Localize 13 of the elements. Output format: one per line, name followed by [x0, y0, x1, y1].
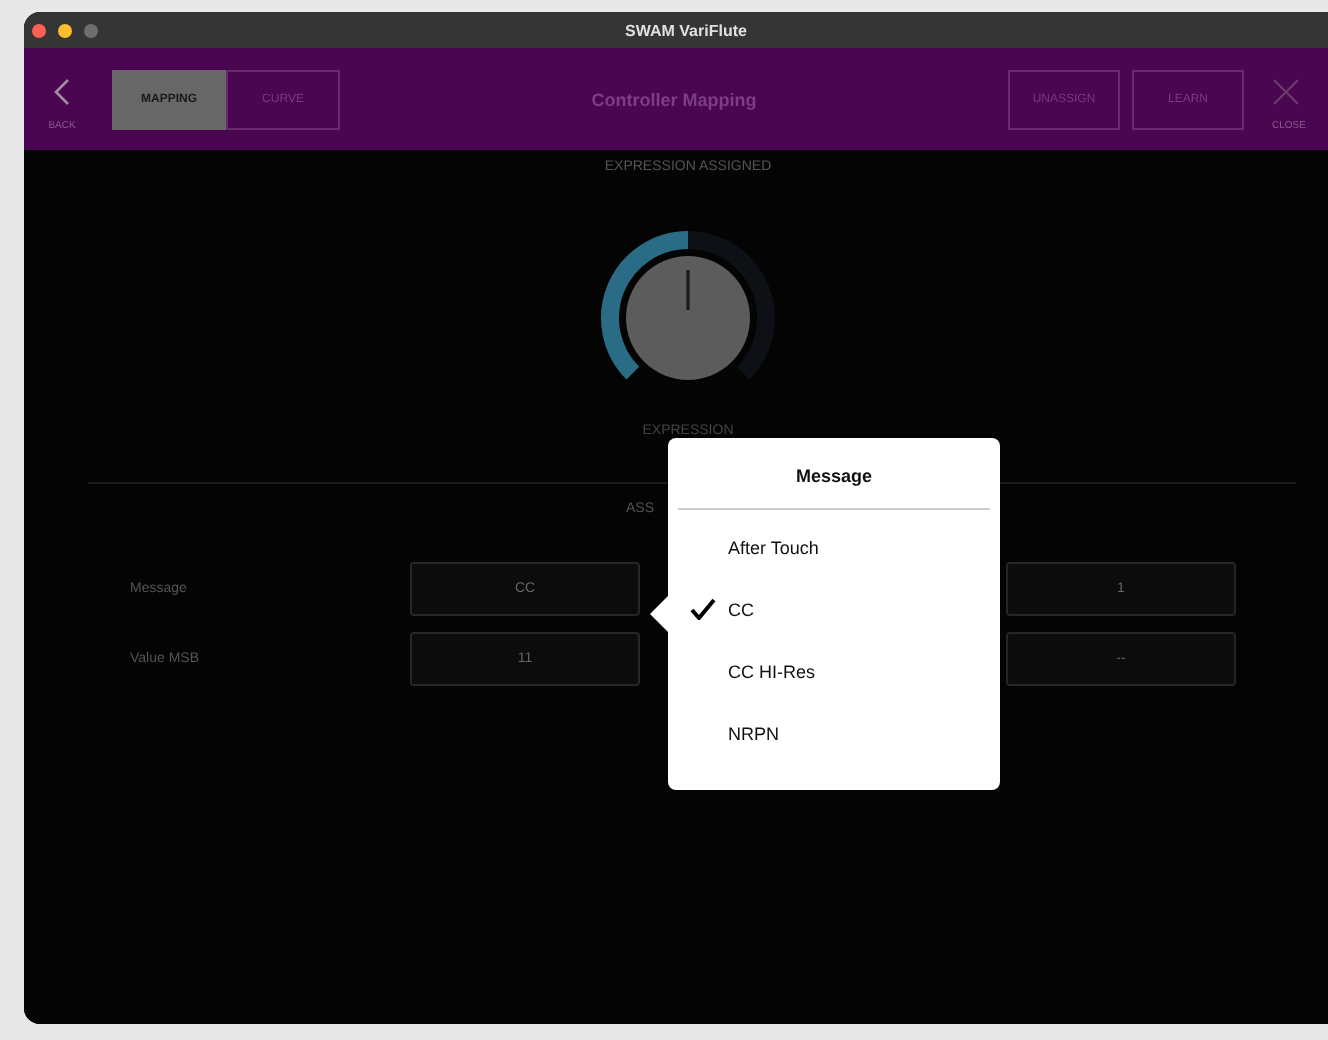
window-title: SWAM VariFlute [624, 21, 748, 39]
menu-item[interactable]: After Touch [668, 516, 1000, 578]
header-title: Controller Mapping [589, 89, 759, 109]
popup-title: Message [793, 464, 875, 490]
close-icon [1272, 78, 1300, 106]
menu-item[interactable]: CC HI-Res [668, 640, 1000, 702]
back-chevron-icon [54, 78, 70, 106]
zoom-window-button[interactable] [84, 23, 98, 37]
knob[interactable] [601, 231, 775, 380]
minimize-window-button[interactable] [58, 23, 72, 37]
close-window-button[interactable] [32, 23, 46, 37]
menu-item[interactable]: CC [668, 578, 1000, 640]
menu-item[interactable]: NRPN [668, 702, 1000, 764]
